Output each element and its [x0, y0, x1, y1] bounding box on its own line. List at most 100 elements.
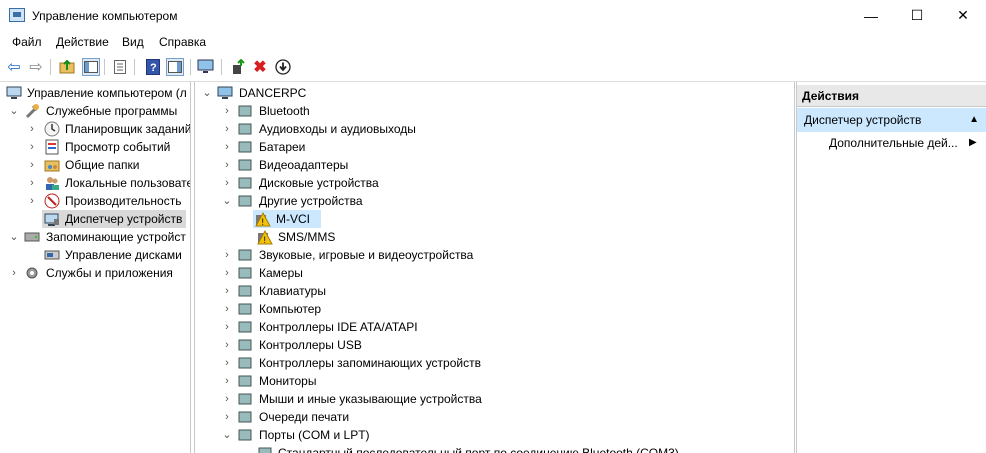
more-actions-item[interactable]: Дополнительные дей... [829, 134, 958, 152]
device-category[interactable]: › Контроллеры USB [195, 336, 794, 354]
forward-icon[interactable]: ⇨ [27, 58, 45, 76]
device-item[interactable]: ! M-VCI [253, 210, 321, 228]
menu-help[interactable]: Справка [159, 35, 206, 49]
toolbar-separator [104, 59, 105, 75]
tree-item[interactable]: › Производительность [0, 192, 190, 210]
device-category[interactable]: › Очереди печати [195, 408, 794, 426]
device-category[interactable]: › Контроллеры запоминающих устройств [195, 354, 794, 372]
back-icon[interactable]: ⇦ [5, 58, 23, 76]
device-label: Звуковые, игровые и видеоустройства [259, 248, 474, 262]
tree-item-label: Управление компьютером (л [27, 86, 187, 100]
chevron-right-icon[interactable]: › [221, 102, 233, 120]
device-category[interactable]: › Аудиовходы и аудиовыходы [195, 120, 794, 138]
tree-item[interactable]: › Локальные пользовате [0, 174, 190, 192]
chevron-right-icon[interactable]: › [221, 282, 233, 300]
device-category[interactable]: › Батареи [195, 138, 794, 156]
other-devices-icon [237, 193, 253, 209]
shared-folders-icon [44, 160, 60, 172]
chevron-right-icon[interactable]: › [26, 192, 38, 210]
chevron-down-icon[interactable]: ⌄ [221, 426, 233, 444]
device-category[interactable]: › Клавиатуры [195, 282, 794, 300]
chevron-right-icon[interactable]: › [221, 246, 233, 264]
chevron-right-icon[interactable]: › [221, 318, 233, 336]
device-category[interactable]: › Камеры [195, 264, 794, 282]
tree-item-label: Общие папки [65, 158, 140, 172]
port-icon [257, 445, 273, 453]
chevron-right-icon[interactable]: › [221, 390, 233, 408]
device-category[interactable]: Стандартный последовательный порт по сое… [195, 444, 794, 453]
chevron-right-icon[interactable]: › [221, 372, 233, 390]
actions-title: Действия [797, 85, 986, 107]
device-category[interactable]: › Контроллеры IDE ATA/ATAPI [195, 318, 794, 336]
actions-section-device-manager[interactable]: Диспетчер устройств ▲ [797, 108, 986, 132]
chevron-right-icon[interactable]: › [26, 138, 38, 156]
tree-item[interactable]: Управление компьютером (л [0, 84, 190, 102]
device-category[interactable]: ⌄ Другие устройства [195, 192, 794, 210]
menu-file[interactable]: Файл [12, 35, 42, 49]
menu-bar: Файл Действие Вид Справка [0, 31, 986, 53]
chevron-right-icon[interactable]: › [221, 336, 233, 354]
device-category[interactable]: › Видеоадаптеры [195, 156, 794, 174]
chevron-right-icon[interactable]: › [221, 408, 233, 426]
tree-item[interactable]: Управление дисками [0, 246, 190, 264]
device-tree: ⌄ DANCERPC › Bluetooth › Аудиовходы и аудио… [194, 82, 795, 453]
chevron-right-icon[interactable]: › [221, 120, 233, 138]
chevron-down-icon[interactable]: ⌄ [201, 84, 213, 102]
disable-device-icon[interactable] [274, 58, 292, 76]
chevron-right-icon[interactable]: › [221, 264, 233, 282]
chevron-down-icon[interactable]: ⌄ [221, 192, 233, 210]
menu-action[interactable]: Действие [56, 35, 109, 49]
tree-item[interactable]: ⌄ Запоминающие устройст [0, 228, 190, 246]
submenu-arrow-icon[interactable]: ▶ [969, 134, 977, 152]
tree-item-selected[interactable]: Диспетчер устройств [42, 210, 186, 228]
menu-view[interactable]: Вид [122, 35, 144, 49]
disk-drive-icon [237, 175, 253, 191]
unknown-device-warning-icon: ! [255, 211, 271, 227]
tree-item[interactable]: › Планировщик заданий [0, 120, 190, 138]
up-folder-icon[interactable] [58, 58, 76, 76]
device-category[interactable]: › Звуковые, игровые и видеоустройства [195, 246, 794, 264]
close-button[interactable]: ✕ [940, 0, 986, 31]
chevron-right-icon[interactable]: › [26, 120, 38, 138]
device-category[interactable]: › Компьютер [195, 300, 794, 318]
tree-item-label: Служебные программы [46, 104, 178, 118]
help-icon[interactable]: ? [144, 58, 162, 76]
audio-icon [237, 121, 253, 137]
chevron-right-icon[interactable]: › [221, 354, 233, 372]
device-category[interactable]: ⌄ Порты (COM и LPT) [195, 426, 794, 444]
uninstall-icon[interactable]: ✖ [251, 58, 269, 76]
tree-item[interactable]: › Просмотр событий [0, 138, 190, 156]
chevron-right-icon[interactable]: › [8, 264, 20, 282]
minimize-button[interactable]: — [848, 0, 894, 31]
device-category[interactable]: › Bluetooth [195, 102, 794, 120]
device-category[interactable]: › Мыши и иные указывающие устройства [195, 390, 794, 408]
sound-icon [237, 247, 253, 263]
chevron-right-icon[interactable]: › [221, 174, 233, 192]
show-hide-action-icon[interactable] [166, 58, 184, 76]
chevron-right-icon[interactable]: › [221, 156, 233, 174]
tree-item[interactable]: ⌄ Служебные программы [0, 102, 190, 120]
chevron-right-icon[interactable]: › [26, 174, 38, 192]
device-label: Контроллеры запоминающих устройств [259, 356, 481, 370]
chevron-right-icon[interactable]: › [221, 138, 233, 156]
chevron-down-icon[interactable]: ⌄ [8, 228, 20, 246]
update-driver-icon[interactable] [229, 58, 247, 76]
show-hide-tree-icon[interactable] [82, 58, 100, 76]
chevron-right-icon[interactable]: › [26, 156, 38, 174]
maximize-button[interactable]: ☐ [894, 0, 940, 31]
chevron-up-icon[interactable]: ▲ [969, 108, 979, 132]
chevron-down-icon[interactable]: ⌄ [8, 102, 20, 120]
device-tree-root[interactable]: ⌄ DANCERPC [195, 84, 794, 102]
device-category[interactable]: › Дисковые устройства [195, 174, 794, 192]
device-item[interactable]: ! SMS/MMS [195, 228, 794, 246]
chevron-right-icon[interactable]: › [221, 300, 233, 318]
local-users-icon [46, 177, 59, 190]
properties-icon[interactable] [111, 58, 129, 76]
monitor-icon[interactable] [197, 58, 215, 76]
device-category[interactable]: › Мониторы [195, 372, 794, 390]
device-label: Мониторы [259, 374, 317, 388]
tree-item[interactable]: › Службы и приложения [0, 264, 190, 282]
tree-item[interactable]: › Общие папки [0, 156, 190, 174]
computer-management-icon [9, 8, 25, 22]
printer-icon [237, 409, 253, 425]
